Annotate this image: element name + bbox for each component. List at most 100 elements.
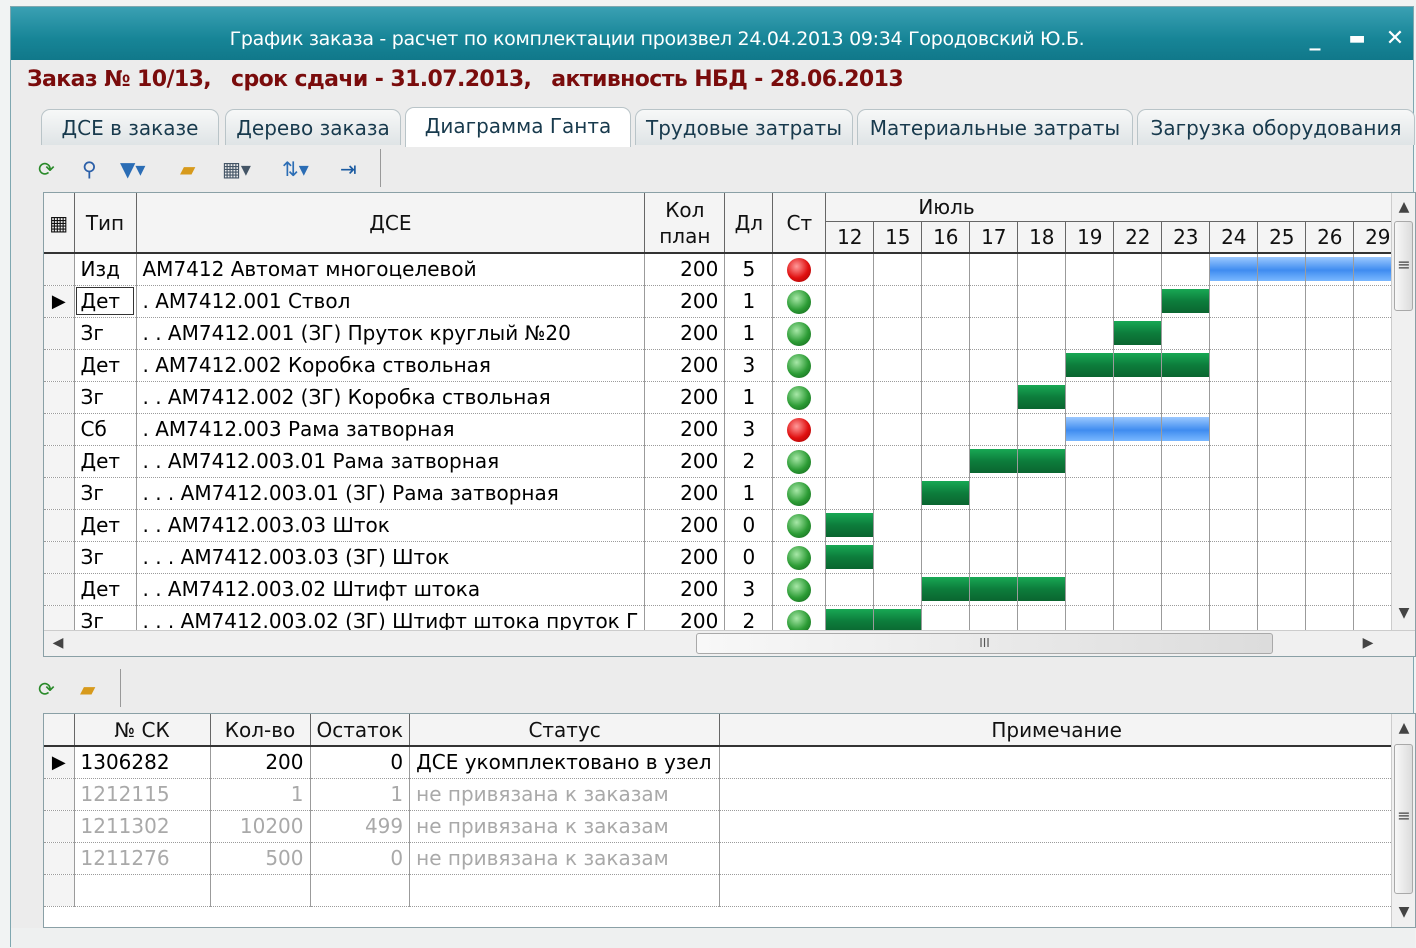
sk-note-cell[interactable] [719, 810, 1395, 843]
type-cell[interactable]: Дет [74, 445, 137, 478]
gantt-row[interactable]: Зг. . . АМ7412.003.03 (ЗГ) Шток 200 0 [44, 541, 1403, 574]
gantt-row[interactable]: Изд АМ7412 Автомат многоцелевой 200 5 [44, 253, 1403, 286]
col-dse[interactable]: ДСЕ [136, 193, 646, 254]
gantt-vscrollbar[interactable]: ▲ ≡ ▼ [1391, 193, 1415, 630]
row-selector[interactable] [44, 573, 75, 606]
qty-cell[interactable]: 200 [644, 413, 726, 446]
sk-status-cell[interactable]: не привязана к заказам [409, 842, 721, 875]
row-selector[interactable] [44, 253, 75, 286]
row-selector[interactable] [44, 413, 75, 446]
row-selector[interactable] [44, 842, 75, 875]
exit-icon[interactable]: ⇥ [340, 155, 357, 183]
gantt-row[interactable]: Сб. АМ7412.003 Рама затворная 200 3 [44, 413, 1403, 446]
col-qty-plan[interactable]: Кол план [644, 193, 726, 254]
row-selector[interactable] [44, 541, 75, 574]
gantt-row[interactable]: Дет. АМ7412.002 Коробка ствольная 200 3 [44, 349, 1403, 382]
row-selector[interactable] [44, 317, 75, 350]
type-cell[interactable]: Дет [74, 285, 137, 318]
grid-settings-icon[interactable]: ▦ [44, 193, 75, 254]
sk-grid[interactable]: № СК Кол-во Остаток Статус Примечание ▶ 1… [43, 713, 1416, 928]
tab-order-tree[interactable]: Дерево заказа [225, 109, 401, 145]
sk-status-cell[interactable]: не привязана к заказам [409, 778, 721, 811]
dse-cell[interactable]: . . АМ7412.003.01 Рама затворная [136, 445, 646, 478]
sk-rest-cell[interactable]: 0 [310, 746, 411, 779]
sk-qty-cell[interactable]: 10200 [210, 810, 311, 843]
duration-cell[interactable]: 3 [724, 573, 774, 606]
col-sk-status[interactable]: Статус [409, 714, 721, 747]
col-sk-note[interactable]: Примечание [719, 714, 1395, 747]
row-selector[interactable] [44, 477, 75, 510]
sk-note-cell[interactable] [719, 842, 1395, 875]
sk-rest-cell[interactable]: 1 [310, 778, 411, 811]
sk-number-cell[interactable]: 1211302 [74, 810, 211, 843]
tab-material-costs[interactable]: Материальные затраты [857, 109, 1133, 145]
scroll-up-icon[interactable]: ▲ [1392, 199, 1416, 215]
col-sk-qty[interactable]: Кол-во [210, 714, 311, 747]
qty-cell[interactable]: 200 [644, 477, 726, 510]
type-cell[interactable]: Изд [74, 253, 137, 286]
gantt-hscrollbar[interactable]: ◀ III ▶ [44, 630, 1415, 656]
search-icon[interactable]: ⚲ [82, 155, 97, 183]
gantt-row[interactable]: Зг. . АМ7412.002 (ЗГ) Коробка ствольная 2… [44, 381, 1403, 414]
type-cell[interactable]: Зг [74, 477, 137, 510]
type-cell[interactable]: Зг [74, 541, 137, 574]
duration-cell[interactable]: 5 [724, 253, 774, 286]
tab-labor-costs[interactable]: Трудовые затраты [635, 109, 853, 145]
open-folder-icon[interactable]: ▰ [80, 675, 95, 703]
row-selector[interactable] [44, 810, 75, 843]
type-cell[interactable]: Дет [74, 573, 137, 606]
sk-qty-cell[interactable]: 200 [210, 746, 311, 779]
refresh-icon[interactable]: ⟳ [38, 155, 55, 183]
duration-cell[interactable]: 1 [724, 285, 774, 318]
row-pointer-icon[interactable]: ▶ [44, 285, 75, 318]
col-duration[interactable]: Дл [724, 193, 774, 254]
sk-number-cell[interactable]: 1306282 [74, 746, 211, 779]
hscroll-thumb[interactable]: III [696, 633, 1273, 654]
tab-dse-in-order[interactable]: ДСЕ в заказе [41, 109, 219, 145]
duration-cell[interactable]: 0 [724, 541, 774, 574]
sk-rest-cell[interactable]: 499 [310, 810, 411, 843]
qty-cell[interactable]: 200 [644, 573, 726, 606]
type-cell[interactable]: Дет [74, 509, 137, 542]
dse-cell[interactable]: . . АМ7412.003.02 Штифт штока [136, 573, 646, 606]
dse-cell[interactable]: . . . АМ7412.003.03 (ЗГ) Шток [136, 541, 646, 574]
sk-status-cell[interactable]: не привязана к заказам [409, 810, 721, 843]
dse-cell[interactable]: . АМ7412.001 Ствол [136, 285, 646, 318]
duration-cell[interactable]: 0 [724, 509, 774, 542]
maximize-button[interactable]: ▬ [1343, 25, 1371, 53]
dse-cell[interactable]: . . АМ7412.001 (ЗГ) Пруток круглый №20 [136, 317, 646, 350]
gantt-row[interactable]: Дет. . АМ7412.003.01 Рама затворная 200 2 [44, 445, 1403, 478]
scroll-left-icon[interactable]: ◀ [46, 635, 70, 651]
dse-cell[interactable]: АМ7412 Автомат многоцелевой [136, 253, 646, 286]
sk-empty-row[interactable] [44, 874, 1395, 907]
duration-cell[interactable]: 1 [724, 477, 774, 510]
row-selector[interactable] [44, 445, 75, 478]
sort-icon[interactable]: ⇅▾ [282, 155, 309, 183]
sk-qty-cell[interactable]: 1 [210, 778, 311, 811]
row-selector[interactable] [44, 778, 75, 811]
row-selector[interactable] [44, 349, 75, 382]
scroll-up-icon[interactable]: ▲ [1392, 720, 1416, 736]
sk-row[interactable]: 1212115 1 1 не привязана к заказам [44, 778, 1395, 811]
settings-icon[interactable]: ▦▾ [222, 155, 251, 183]
refresh-icon[interactable]: ⟳ [38, 675, 55, 703]
close-button[interactable]: ✕ [1381, 25, 1409, 53]
sk-status-cell[interactable]: ДСЕ укомплектовано в узел [409, 746, 721, 779]
gantt-row[interactable]: Зг. . АМ7412.001 (ЗГ) Пруток круглый №20… [44, 317, 1403, 350]
type-cell[interactable]: Дет [74, 349, 137, 382]
sk-note-cell[interactable] [719, 778, 1395, 811]
duration-cell[interactable]: 1 [724, 317, 774, 350]
type-cell[interactable]: Зг [74, 317, 137, 350]
gantt-row[interactable]: Зг. . . АМ7412.003.01 (ЗГ) Рама затворна… [44, 477, 1403, 510]
sk-vscrollbar[interactable]: ▲ ≡ ▼ [1391, 714, 1415, 927]
gantt-grid[interactable]: ▦ Тип ДСЕ Кол план Дл Ст Июль 12 15 16 17 18… [43, 192, 1416, 657]
duration-cell[interactable]: 2 [724, 445, 774, 478]
type-cell[interactable]: Сб [74, 413, 137, 446]
dse-cell[interactable]: . . . АМ7412.003.01 (ЗГ) Рама затворная [136, 477, 646, 510]
tab-gantt[interactable]: Диаграмма Ганта [405, 107, 631, 147]
duration-cell[interactable]: 3 [724, 349, 774, 382]
qty-cell[interactable]: 200 [644, 445, 726, 478]
qty-cell[interactable]: 200 [644, 285, 726, 318]
qty-cell[interactable]: 200 [644, 349, 726, 382]
sk-row[interactable]: 1211302 10200 499 не привязана к заказам [44, 810, 1395, 843]
